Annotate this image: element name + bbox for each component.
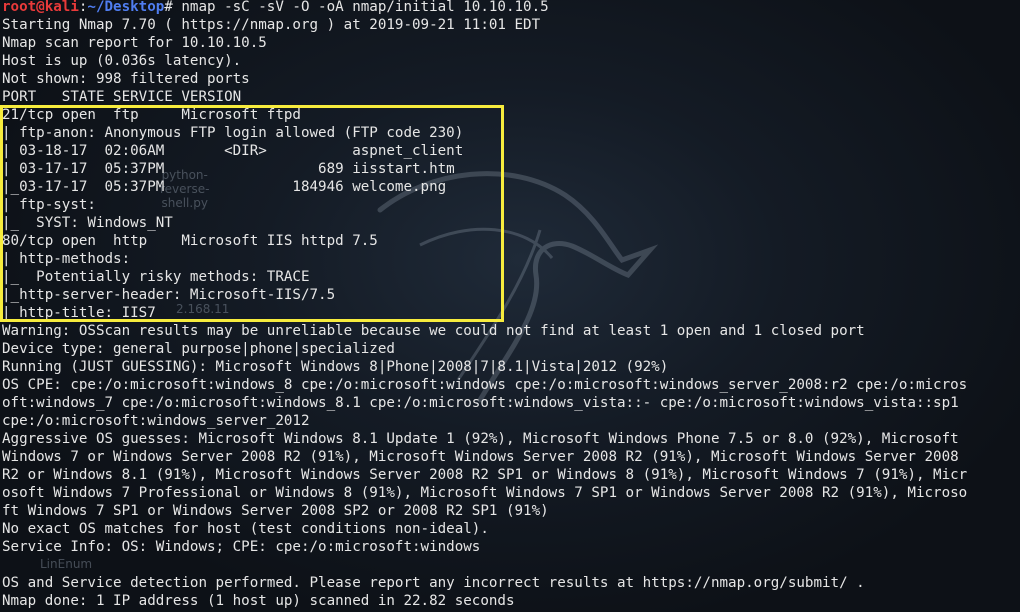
output-line: Running (JUST GUESSING): Microsoft Windo… [2,359,669,375]
output-line: |_http-server-header: Microsoft-IIS/7.5 [2,287,336,303]
output-line: OS CPE: cpe:/o:microsoft:windows_8 cpe:/… [2,377,968,393]
output-line: 80/tcp open http Microsoft IIS httpd 7.5 [2,233,378,249]
output-line: |_03-17-17 05:37PM 184946 welcome.png [2,179,447,195]
output-line: | 03-18-17 02:06AM <DIR> aspnet_client [2,143,464,159]
output-line: Nmap done: 1 IP address (1 host up) scan… [2,593,515,609]
output-line: | http-methods: [2,251,139,267]
output-line: Nmap scan report for 10.10.10.5 [2,35,267,51]
output-line: Host is up (0.036s latency). [2,53,242,69]
output-line: Device type: general purpose|phone|speci… [2,341,395,357]
command-prompt-line: root@kali:~/Desktop# nmap -sC -sV -O -oA… [2,0,1020,16]
output-line: Service Info: OS: Windows; CPE: cpe:/o:m… [2,539,481,555]
output-line: Warning: OSScan results may be unreliabl… [2,323,865,339]
output-line: |_ Potentially risky methods: TRACE [2,269,310,285]
output-line: Aggressive OS guesses: Microsoft Windows… [2,431,959,447]
output-line: ft Windows 7 SP1 or Windows Server 2008 … [2,503,549,519]
output-line: | ftp-syst: [2,197,105,213]
terminal-scrollbar[interactable] [1016,0,1020,612]
output-line: cpe:/o:microsoft:windows_server_2012 [2,413,310,429]
terminal-window[interactable]: root@kali:~/Desktop# nmap -sC -sV -O -oA… [2,0,1020,612]
command-text: nmap -sC -sV -O -oA nmap/initial 10.10.1… [172,0,549,15]
output-line: No exact OS matches for host (test condi… [2,521,489,537]
output-line: PORT STATE SERVICE VERSION [2,89,242,105]
output-line: osoft Windows 7 Professional or Windows … [2,485,968,501]
output-line: | ftp-anon: Anonymous FTP login allowed … [2,125,464,141]
output-line: Not shown: 998 filtered ports [2,71,250,87]
prompt-path: ~/Desktop [87,0,165,15]
output-line: 21/tcp open ftp Microsoft ftpd [2,107,301,123]
output-line: oft:windows_7 cpe:/o:microsoft:windows_8… [2,395,959,411]
output-line: |_ SYST: Windows_NT [2,215,173,231]
prompt-symbol: # [164,0,173,15]
output-line: OS and Service detection performed. Plea… [2,575,865,591]
terminal-output: Starting Nmap 7.70 ( https://nmap.org ) … [2,16,1020,610]
output-line: |_http-title: IIS7 [2,305,156,321]
output-line: Windows 7 or Windows Server 2008 R2 (91%… [2,449,959,465]
output-line: | 03-17-17 05:37PM 689 iisstart.htm [2,161,455,177]
output-line: R2 or Windows 8.1 (91%), Microsoft Windo… [2,467,968,483]
prompt-user-host: root@kali [2,0,79,15]
output-line: Starting Nmap 7.70 ( https://nmap.org ) … [2,17,541,33]
